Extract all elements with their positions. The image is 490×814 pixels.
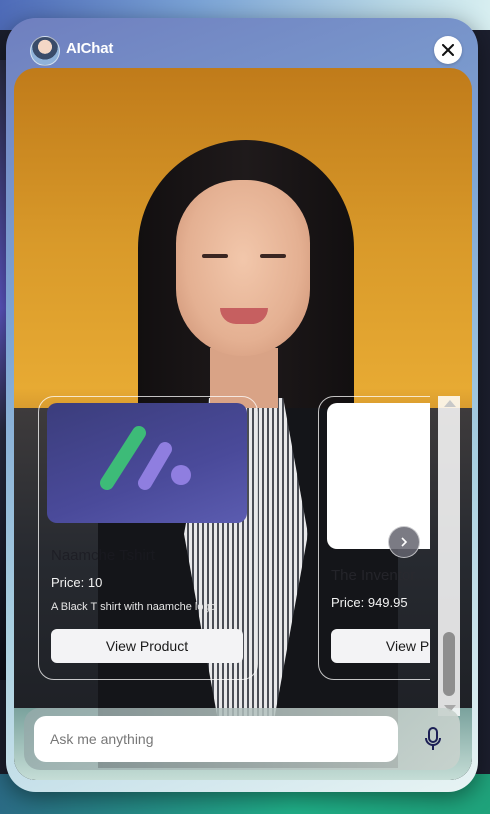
scroll-up-arrow[interactable] xyxy=(444,400,456,407)
presenter-eye-right xyxy=(260,254,286,258)
view-product-button[interactable]: View Product xyxy=(331,629,430,663)
chat-widget: AIChat Naamche Tshirt Price: 10 A Black … xyxy=(6,18,478,792)
product-price: Price: 10 xyxy=(51,575,103,590)
scrollbar[interactable] xyxy=(438,396,460,716)
close-icon xyxy=(442,44,454,56)
chat-header: AIChat xyxy=(6,18,478,68)
product-image xyxy=(327,403,430,549)
chevron-right-icon xyxy=(401,537,408,547)
product-price: Price: 949.95 xyxy=(331,595,408,610)
product-card[interactable]: Naamche Tshirt Price: 10 A Black T shirt… xyxy=(38,396,258,680)
chat-title: AIChat xyxy=(66,40,114,57)
naamche-logo xyxy=(100,426,191,490)
product-name: Naamche Tshirt xyxy=(51,547,155,564)
product-image xyxy=(47,403,247,523)
close-button[interactable] xyxy=(434,36,462,64)
assistant-avatar xyxy=(30,36,60,66)
microphone-icon xyxy=(425,727,441,750)
product-carousel[interactable]: Naamche Tshirt Price: 10 A Black T shirt… xyxy=(38,396,430,696)
message-composer xyxy=(24,708,460,770)
presenter-face xyxy=(176,180,310,356)
presenter-eye-left xyxy=(202,254,228,258)
scroll-thumb[interactable] xyxy=(443,632,455,696)
message-input[interactable] xyxy=(34,716,398,762)
view-product-button[interactable]: View Product xyxy=(51,629,243,663)
microphone-button[interactable] xyxy=(416,722,450,756)
product-description: A Black T shirt with naamche logo xyxy=(51,601,216,613)
carousel-next-button[interactable] xyxy=(388,526,420,558)
product-name: The Inventor xyxy=(331,567,416,584)
